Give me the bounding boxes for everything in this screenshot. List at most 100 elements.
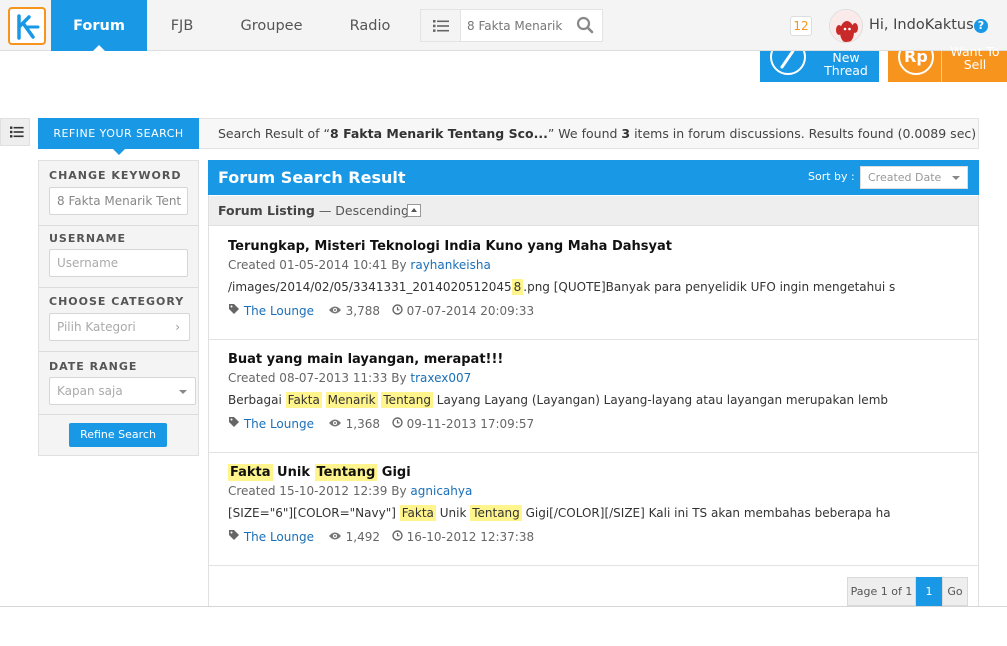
eye-icon bbox=[328, 304, 342, 318]
username-input[interactable]: Username bbox=[49, 249, 188, 277]
page-1-button[interactable]: 1 bbox=[916, 577, 942, 606]
notification-badge[interactable]: 12 bbox=[790, 16, 812, 36]
date-range-value: Kapan saja bbox=[57, 384, 123, 398]
divider bbox=[39, 287, 198, 288]
author-link[interactable]: agnicahya bbox=[410, 484, 472, 498]
date-range-select[interactable]: Kapan saja bbox=[49, 377, 196, 405]
category-link[interactable]: The Lounge bbox=[244, 304, 314, 318]
tab-fjb[interactable]: FJB bbox=[147, 0, 217, 51]
category-select[interactable]: Pilih Kategori › bbox=[49, 313, 190, 341]
change-keyword-label: CHANGE KEYWORD bbox=[49, 169, 182, 182]
divider bbox=[39, 225, 198, 226]
summary-query: 8 Fakta Menarik Tentang Sco... bbox=[330, 126, 548, 141]
result-footer: The Lounge 3,788 07-07-2014 20:09:33 bbox=[228, 303, 534, 318]
divider bbox=[39, 351, 198, 352]
chevron-right-icon: › bbox=[175, 320, 180, 334]
new-thread-icon-area bbox=[760, 51, 814, 82]
refine-search-tab[interactable]: REFINE YOUR SEARCH bbox=[38, 118, 199, 155]
result-snippet: /images/2014/02/05/3341331_2014020512045… bbox=[228, 279, 896, 295]
summary-count: 3 bbox=[621, 126, 631, 141]
result-title[interactable]: Terungkap, Misteri Teknologi India Kuno … bbox=[228, 239, 672, 254]
result-item: Buat yang main layangan, merapat!!! Crea… bbox=[209, 340, 978, 453]
refine-search-button[interactable]: Refine Search bbox=[69, 423, 167, 447]
last-post-time: 07-07-2014 20:09:33 bbox=[406, 303, 535, 318]
page-info: Page 1 of 1 bbox=[847, 577, 916, 606]
panel-title: Forum Search Result bbox=[218, 168, 406, 187]
forum-search-result-panel: Forum Search Result Sort by : Created Da… bbox=[208, 160, 979, 607]
title-highlight: Tentang bbox=[314, 464, 378, 481]
tag-icon bbox=[228, 416, 240, 431]
view-count: 1,492 bbox=[345, 529, 381, 544]
eye-icon bbox=[328, 417, 342, 431]
category-link[interactable]: The Lounge bbox=[244, 417, 314, 431]
tab-groupee[interactable]: Groupee bbox=[217, 0, 326, 51]
title-part: Gigi bbox=[377, 465, 411, 480]
pencil-icon bbox=[770, 51, 806, 75]
kaskus-logo[interactable] bbox=[8, 7, 46, 45]
result-meta: Created 15-10-2012 12:39 By agnicahya bbox=[228, 484, 472, 498]
date-range-label: DATE RANGE bbox=[49, 360, 138, 373]
result-meta: Created 08-07-2013 11:33 By traxex007 bbox=[228, 371, 471, 385]
snippet-part: Layang Layang (Layangan) Layang-layang a… bbox=[432, 393, 888, 407]
result-snippet: Berbagai Fakta Menarik Tentang Layang La… bbox=[228, 392, 888, 408]
view-count: 3,788 bbox=[345, 303, 381, 318]
snippet-highlight: Fakta bbox=[285, 392, 322, 408]
new-thread-button[interactable]: New Thread bbox=[760, 51, 879, 82]
rupiah-icon-text: Rp bbox=[904, 51, 928, 66]
forum-listing-bar: Forum Listing — Descending bbox=[209, 196, 978, 226]
tag-icon bbox=[228, 303, 240, 318]
search-button[interactable] bbox=[576, 16, 594, 38]
avatar[interactable] bbox=[829, 9, 863, 43]
snippet-part: .png [QUOTE]Banyak para penyelidik UFO i… bbox=[523, 280, 896, 294]
summary-suffix: items in forum discussions. Results foun… bbox=[630, 126, 977, 141]
refine-sidebar: CHANGE KEYWORD 8 Fakta Menarik Tent USER… bbox=[38, 160, 199, 456]
avatar-cactus-icon bbox=[830, 10, 862, 42]
created-info: Created 01-05-2014 10:41 By bbox=[228, 258, 411, 272]
sidebar-toggle-button[interactable] bbox=[0, 118, 30, 146]
snippet-highlight: Menarik bbox=[325, 392, 378, 408]
result-title[interactable]: Fakta Unik Tentang Gigi bbox=[228, 464, 411, 481]
snippet-part: Berbagai bbox=[228, 393, 286, 407]
sort-by-select[interactable]: Created Date bbox=[860, 166, 968, 189]
tag-icon bbox=[228, 529, 240, 544]
help-icon[interactable]: ? bbox=[974, 19, 988, 33]
result-title[interactable]: Buat yang main layangan, merapat!!! bbox=[228, 352, 503, 367]
category-link[interactable]: The Lounge bbox=[244, 530, 314, 544]
list-icon bbox=[10, 126, 24, 138]
snippet-highlight: Tentang bbox=[470, 505, 522, 521]
title-part: Buat yang main layangan, merapat!!! bbox=[228, 352, 504, 367]
snippet-part: /images/2014/02/05/3341331_2014020512045 bbox=[228, 280, 512, 294]
category-select-value: Pilih Kategori bbox=[57, 320, 136, 334]
collapse-toggle-icon[interactable] bbox=[407, 204, 421, 217]
tab-radio[interactable]: Radio bbox=[326, 0, 414, 51]
list-menu-icon bbox=[433, 20, 449, 32]
listing-order: — Descending bbox=[314, 203, 409, 218]
keyword-input[interactable]: 8 Fakta Menarik Tent bbox=[49, 187, 188, 215]
title-part: Terungkap, Misteri Teknologi India Kuno … bbox=[228, 239, 672, 254]
result-footer: The Lounge 1,492 16-10-2012 12:37:38 bbox=[228, 529, 534, 544]
tab-forum[interactable]: Forum bbox=[51, 0, 147, 51]
clock-icon bbox=[392, 529, 403, 544]
choose-category-label: CHOOSE CATEGORY bbox=[49, 295, 185, 308]
top-navbar: Forum FJB Groupee Radio 12 Hi, In bbox=[0, 0, 1007, 51]
search-box bbox=[420, 9, 603, 42]
snippet-part: [SIZE="6"][COLOR="Navy"] bbox=[228, 506, 400, 520]
result-footer: The Lounge 1,368 09-11-2013 17:09:57 bbox=[228, 416, 534, 431]
created-info: Created 15-10-2012 12:39 By bbox=[228, 484, 411, 498]
author-link[interactable]: rayhankeisha bbox=[410, 258, 490, 272]
want-to-sell-label-line2: Sell bbox=[963, 57, 987, 72]
snippet-highlight: 8 bbox=[511, 279, 524, 295]
author-link[interactable]: traxex007 bbox=[410, 371, 471, 385]
search-summary: Search Result of “8 Fakta Menarik Tentan… bbox=[199, 118, 979, 149]
go-button[interactable]: Go bbox=[942, 577, 968, 606]
clock-icon bbox=[392, 303, 403, 318]
last-post-time: 16-10-2012 12:37:38 bbox=[406, 529, 535, 544]
user-greeting[interactable]: Hi, IndoKaktus bbox=[869, 17, 974, 33]
snippet-part: Unik bbox=[435, 506, 471, 520]
title-highlight: Fakta bbox=[228, 464, 273, 481]
search-category-menu[interactable] bbox=[421, 10, 461, 41]
want-to-sell-button[interactable]: Rp Want To Sell bbox=[888, 45, 1007, 82]
result-item: Fakta Unik Tentang Gigi Created 15-10-20… bbox=[209, 453, 978, 566]
view-count: 1,368 bbox=[345, 416, 381, 431]
search-input[interactable] bbox=[467, 16, 565, 36]
